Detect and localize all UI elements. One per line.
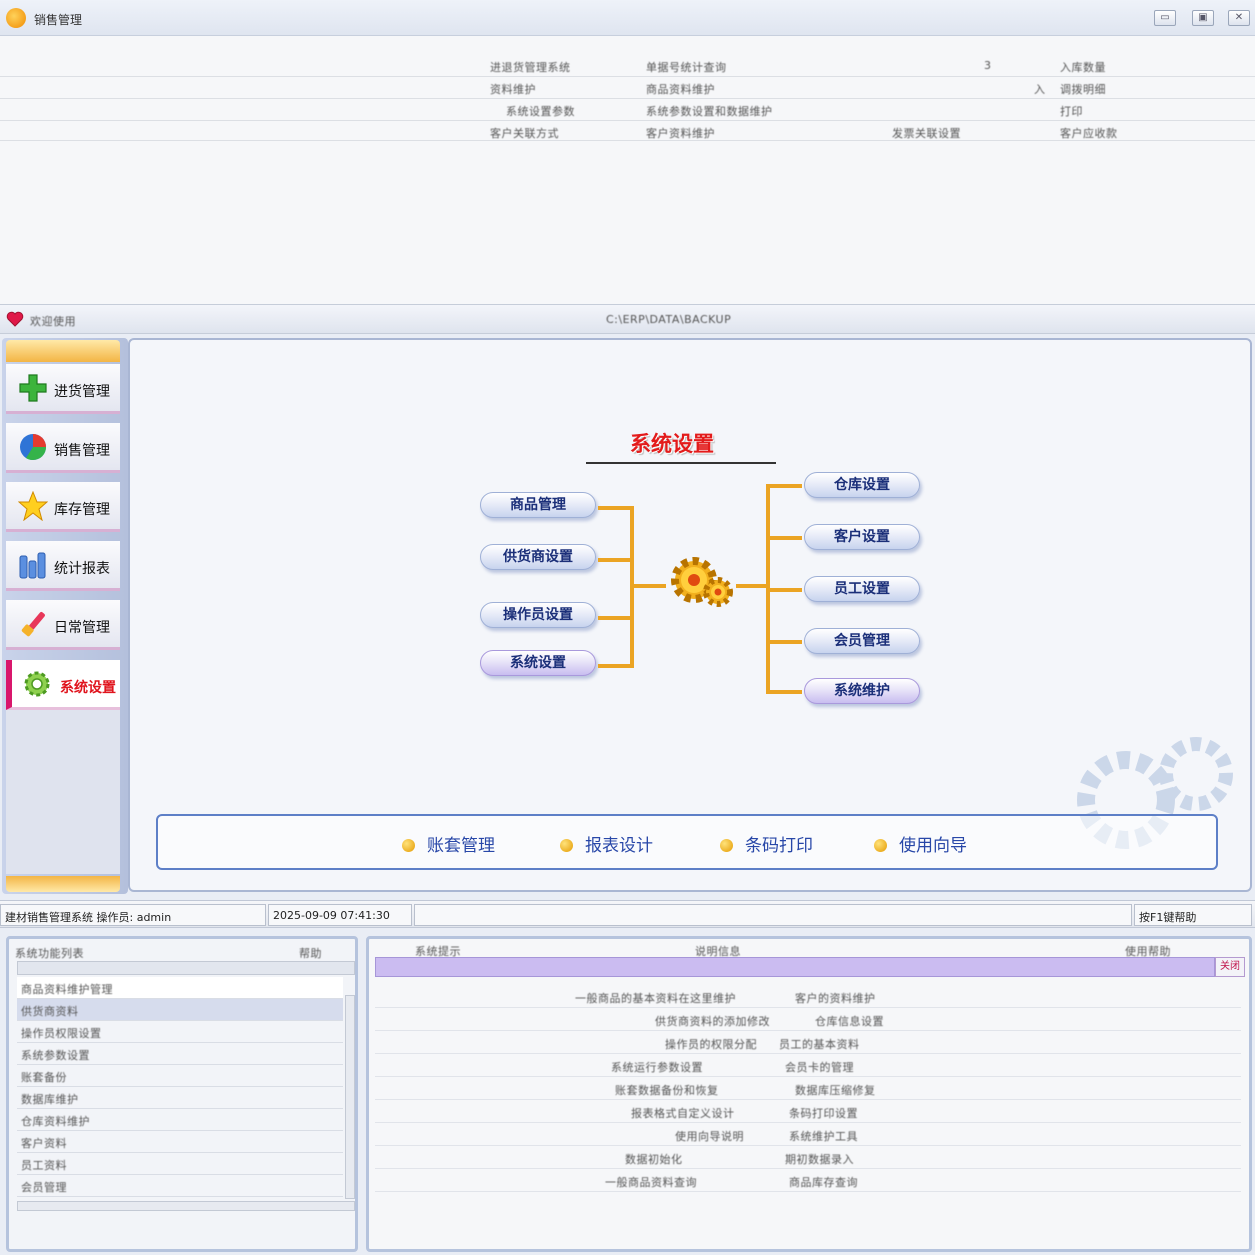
info-row: 进退货管理系统 单据号统计查询 3 入库数量 <box>490 59 1106 74</box>
table-row: 一般商品资料查询 商品库存查询 <box>375 1169 1241 1192</box>
sidebar-item-label: 系统设置 <box>60 680 116 696</box>
sidebar-item-daily[interactable]: 日常管理 <box>6 600 120 650</box>
report-design-link[interactable]: 报表设计 <box>560 831 653 856</box>
table-row: 账套数据备份和恢复 数据库压缩修复 <box>375 1077 1241 1100</box>
sidebar-item-label: 销售管理 <box>54 443 110 459</box>
info-row: 系统设置参数 系统参数设置和数据维护 打印 <box>506 105 1083 118</box>
maximize-button[interactable]: ▣ <box>1192 10 1214 26</box>
sidebar: 进货管理 销售管理 库存管理 统计报表 日常管理 系统设置 <box>2 338 128 894</box>
sidebar-item-label: 库存管理 <box>54 502 110 518</box>
info-row: 资料维护 商品资料维护 入 调拨明细 <box>490 83 1106 96</box>
sidebar-item-label: 统计报表 <box>54 561 110 577</box>
sidebar-item-system-settings[interactable]: 系统设置 <box>6 660 120 710</box>
list-item[interactable]: 商品资料维护管理 <box>17 977 343 999</box>
sidebar-bottom-bar <box>6 876 120 892</box>
plus-icon <box>19 374 47 402</box>
sidebar-top-bar <box>6 340 120 362</box>
horizontal-scrollbar[interactable] <box>17 1201 355 1211</box>
table-row: 一般商品的基本资料在这里维护 客户的资料维护 <box>375 985 1241 1008</box>
bullet-icon <box>720 839 733 852</box>
selection-bar <box>375 957 1215 977</box>
list-item[interactable]: 数据库维护 <box>17 1087 343 1109</box>
sidebar-item-label: 进货管理 <box>54 384 110 400</box>
table-row: 操作员的权限分配 员工的基本资料 <box>375 1031 1241 1054</box>
list-toolbar <box>17 961 355 975</box>
status-bar: 建材销售管理系统 操作员: admin 2025-09-09 07:41:30 … <box>0 900 1255 928</box>
supplier-settings-button[interactable]: 供货商设置 <box>480 544 596 570</box>
ribbon-path-text: C:\ERP\DATA\BACKUP <box>606 313 732 326</box>
minimize-button[interactable]: ▭ <box>1154 10 1176 26</box>
main-panel: 系统设置 商品管理 供货商设置 操作员设置 系统设置 仓库设置 客户设置 员工设… <box>128 338 1252 892</box>
sidebar-item-inventory[interactable]: 库存管理 <box>6 482 120 532</box>
status-empty-cell <box>414 904 1132 926</box>
quick-links-box: 账套管理 报表设计 条码打印 使用向导 <box>156 814 1218 870</box>
user-guide-link[interactable]: 使用向导 <box>874 831 967 856</box>
employee-settings-button[interactable]: 员工设置 <box>804 576 920 602</box>
operator-settings-button[interactable]: 操作员设置 <box>480 602 596 628</box>
list-item[interactable]: 客户资料 <box>17 1131 343 1153</box>
gear-icon <box>24 671 50 697</box>
sidebar-item-sales[interactable]: 销售管理 <box>6 423 120 473</box>
table-row: 数据初始化 期初数据录入 <box>375 1146 1241 1169</box>
account-set-link[interactable]: 账套管理 <box>402 831 495 856</box>
vertical-scrollbar[interactable] <box>345 995 355 1199</box>
panel-header-left: 系统功能列表 <box>15 947 84 960</box>
bar-chart-icon <box>19 552 46 579</box>
status-help-text: 按F1键帮助 <box>1134 904 1252 926</box>
product-management-button[interactable]: 商品管理 <box>480 492 596 518</box>
help-info-panel: 系统提示 说明信息 使用帮助 关闭 一般商品的基本资料在这里维护 客户的资料维护 … <box>366 936 1252 1252</box>
system-maintenance-button[interactable]: 系统维护 <box>804 678 920 704</box>
table-row: 使用向导说明 系统维护工具 <box>375 1123 1241 1146</box>
sidebar-item-reports[interactable]: 统计报表 <box>6 541 120 591</box>
info-row: 客户关联方式 客户资料维护 发票关联设置 客户应收款 <box>490 127 1118 140</box>
list-item[interactable]: 账套备份 <box>17 1065 343 1087</box>
system-settings-button[interactable]: 系统设置 <box>480 650 596 676</box>
sidebar-item-label: 日常管理 <box>54 620 110 636</box>
sidebar-item-purchase[interactable]: 进货管理 <box>6 364 120 414</box>
app-logo-icon <box>6 8 26 28</box>
function-list-panel: 系统功能列表 帮助 商品资料维护管理 供货商资料 操作员权限设置 系统参数设置 … <box>6 936 358 1252</box>
page-title: 系统设置 <box>630 432 714 456</box>
star-icon <box>18 491 48 521</box>
list-item[interactable]: 操作员权限设置 <box>17 1021 343 1043</box>
sidebar-empty-area <box>6 710 120 874</box>
bullet-icon <box>874 839 887 852</box>
close-button[interactable]: ✕ <box>1228 10 1250 26</box>
gears-icon <box>671 557 733 607</box>
status-datetime: 2025-09-09 07:41:30 <box>268 904 412 926</box>
window-title-bar: 销售管理 ▭ ▣ ✕ <box>0 0 1255 36</box>
list-item[interactable]: 会员管理 <box>17 1175 343 1197</box>
window-title: 销售管理 <box>34 13 83 27</box>
table-row: 系统运行参数设置 会员卡的管理 <box>375 1054 1241 1077</box>
heart-icon <box>6 311 24 327</box>
close-panel-button[interactable]: 关闭 <box>1215 957 1245 977</box>
pie-chart-icon <box>20 434 47 461</box>
list-item[interactable]: 系统参数设置 <box>17 1043 343 1065</box>
bullet-icon <box>402 839 415 852</box>
bullet-icon <box>560 839 573 852</box>
ribbon-welcome-text: 欢迎使用 <box>30 315 76 328</box>
title-underline <box>586 462 776 464</box>
status-system-text: 建材销售管理系统 操作员: admin <box>0 904 266 926</box>
panel-header-right: 帮助 <box>299 947 322 960</box>
list-item[interactable]: 员工资料 <box>17 1153 343 1175</box>
list-item[interactable]: 供货商资料 <box>17 999 343 1021</box>
status-ribbon: 欢迎使用 C:\ERP\DATA\BACKUP <box>0 304 1255 334</box>
upper-info-panel: 进退货管理系统 单据号统计查询 3 入库数量 资料维护 商品资料维护 入 调拨明… <box>0 36 1255 304</box>
table-row: 报表格式自定义设计 条码打印设置 <box>375 1100 1241 1123</box>
table-row: 供货商资料的添加修改 仓库信息设置 <box>375 1008 1241 1031</box>
warehouse-settings-button[interactable]: 仓库设置 <box>804 472 920 498</box>
customer-settings-button[interactable]: 客户设置 <box>804 524 920 550</box>
member-management-button[interactable]: 会员管理 <box>804 628 920 654</box>
brush-icon <box>21 612 45 637</box>
barcode-print-link[interactable]: 条码打印 <box>720 831 813 856</box>
list-item[interactable]: 仓库资料维护 <box>17 1109 343 1131</box>
